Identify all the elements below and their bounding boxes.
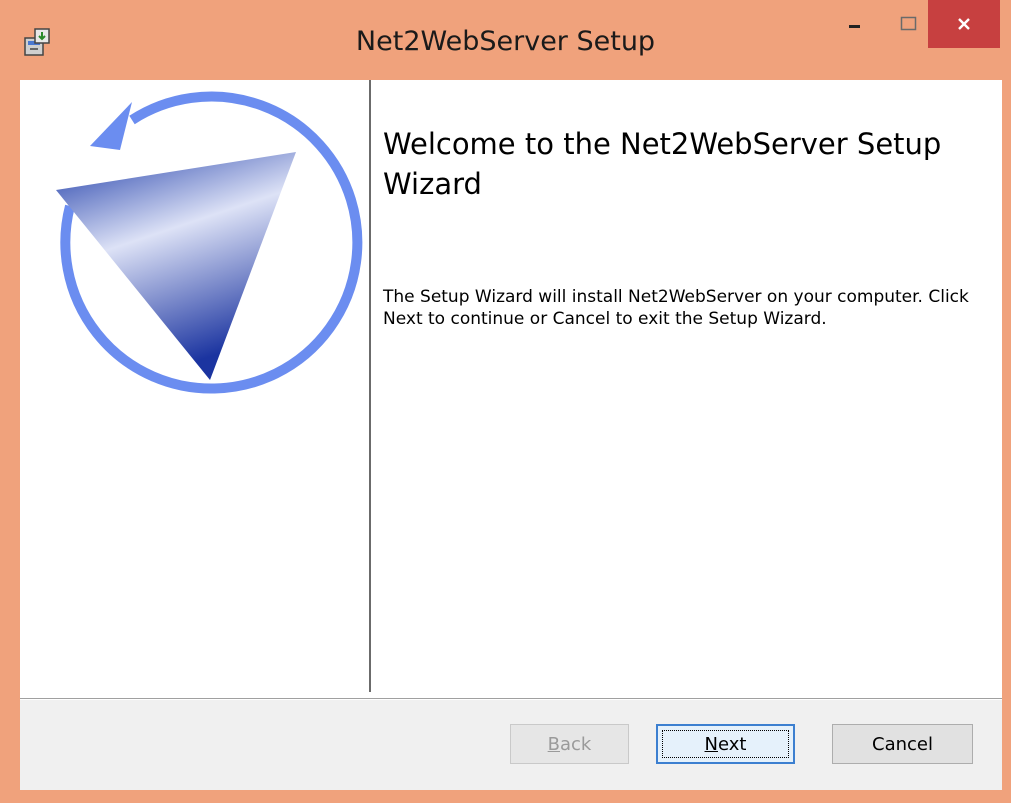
back-label-key: B (547, 733, 560, 755)
back-button[interactable]: Back (510, 724, 629, 764)
setup-window: Net2WebServer Setup Welcome to the Net2W… (0, 0, 1011, 803)
maximize-icon (900, 16, 917, 31)
cancel-button[interactable]: Cancel (832, 724, 973, 764)
minimize-button[interactable] (828, 0, 882, 48)
close-icon (958, 18, 970, 30)
wizard-client-area: Welcome to the Net2WebServer Setup Wizar… (20, 80, 1002, 790)
back-label-rest: ack (560, 733, 592, 755)
close-button[interactable] (928, 0, 1000, 48)
next-button[interactable]: Next (656, 724, 795, 764)
focus-rectangle (662, 730, 789, 758)
welcome-description: The Setup Wizard will install Net2WebSer… (383, 287, 969, 329)
title-bar[interactable]: Net2WebServer Setup (0, 0, 1011, 80)
minimize-icon (849, 25, 860, 28)
wizard-banner (20, 80, 369, 692)
banner-divider (369, 80, 371, 692)
welcome-heading: Welcome to the Net2WebServer Setup Wizar… (383, 127, 942, 201)
net2-logo (56, 91, 363, 394)
